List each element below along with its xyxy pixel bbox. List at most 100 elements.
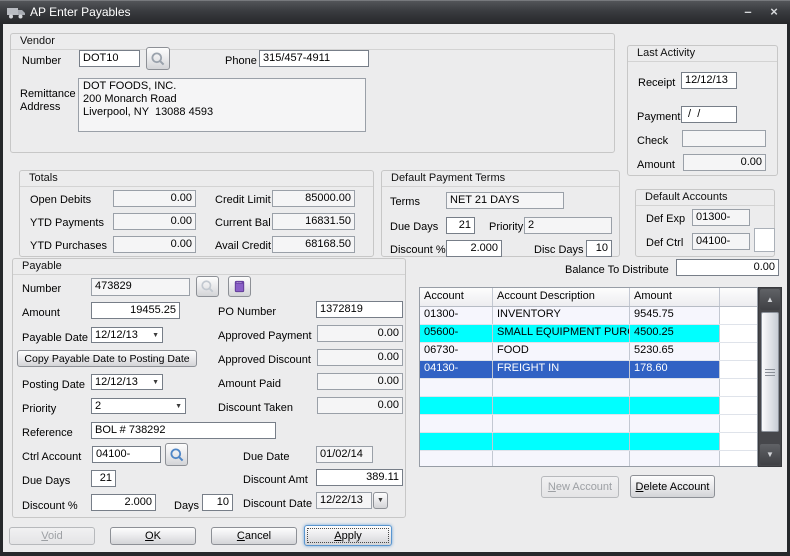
- due-date-label: Due Date: [243, 451, 290, 463]
- posting-date-field[interactable]: 12/12/13 ▼: [91, 374, 163, 390]
- reference-label: Reference: [22, 427, 73, 439]
- terms-priority-label: Priority: [489, 221, 524, 233]
- table-cell-amount: 5230.65: [630, 343, 720, 360]
- payable-date-field[interactable]: 12/12/13 ▼: [91, 327, 163, 343]
- ytd-purchases-field: 0.00: [113, 236, 196, 253]
- current-bal-label: Current Bal: [215, 217, 271, 229]
- amount-paid-label: Amount Paid: [218, 378, 281, 390]
- table-cell-description: [493, 379, 630, 396]
- table-cell-amount: [630, 397, 720, 414]
- table-cell-account: 04130-: [420, 361, 493, 378]
- def-accounts-browse-button[interactable]: [754, 228, 775, 252]
- reference-field[interactable]: BOL # 738292: [91, 422, 276, 439]
- notes-icon: [234, 280, 245, 293]
- table-row[interactable]: 04130- FREIGHT IN 178.60: [420, 361, 757, 379]
- account-table: Account Account Description Amount 01300…: [419, 287, 758, 467]
- terms-discount-field[interactable]: 2.000: [446, 240, 502, 257]
- credit-limit-label: Credit Limit: [215, 194, 271, 206]
- totals-caption: Totals: [20, 171, 373, 187]
- table-row[interactable]: 01300- INVENTORY 9545.75: [420, 307, 757, 325]
- table-cell-description: [493, 397, 630, 414]
- avail-credit-field: 68168.50: [272, 236, 355, 253]
- new-account-button: New Account: [541, 476, 619, 498]
- search-icon: [151, 52, 165, 65]
- column-header-amount: Amount: [630, 288, 720, 306]
- table-cell-amount: [630, 379, 720, 396]
- table-row-filler: [720, 361, 757, 378]
- posting-date-value: 12/12/13: [95, 375, 138, 388]
- scroll-up-button[interactable]: ▲: [760, 289, 780, 310]
- priority-select[interactable]: 2 ▼: [91, 398, 186, 414]
- receipt-date-field: 12/12/13: [681, 72, 737, 89]
- minimize-button[interactable]: –: [737, 2, 759, 21]
- last-activity-caption: Last Activity: [628, 46, 777, 62]
- days-field[interactable]: 10: [202, 494, 233, 511]
- discount-pct-label: Discount %: [22, 500, 78, 512]
- title-bar: AP Enter Payables – ×: [0, 0, 790, 24]
- terms-due-days-label: Due Days: [390, 221, 439, 233]
- phone-field[interactable]: 315/457-4911: [259, 50, 369, 67]
- search-icon: [170, 448, 183, 461]
- dropdown-arrow-icon[interactable]: ▼: [175, 403, 182, 410]
- apply-button[interactable]: Apply: [304, 525, 392, 546]
- check-field: [682, 130, 766, 147]
- table-cell-account: 06730-: [420, 343, 493, 360]
- ctrl-account-lookup-button[interactable]: [165, 443, 188, 466]
- table-cell-amount: 178.60: [630, 361, 720, 378]
- remittance-address-label: Remittance Address: [20, 88, 76, 113]
- scroll-down-button[interactable]: ▼: [760, 444, 780, 465]
- amount-paid-field: 0.00: [317, 373, 403, 390]
- cancel-button[interactable]: Cancel: [211, 527, 297, 545]
- discount-amt-field[interactable]: 389.11: [316, 469, 403, 486]
- copy-payable-date-button[interactable]: Copy Payable Date to Posting Date: [17, 350, 197, 367]
- payable-caption: Payable: [13, 259, 405, 275]
- def-ctrl-label: Def Ctrl: [646, 237, 684, 249]
- terms-discount-label: Discount %: [390, 244, 446, 256]
- table-cell-description: [493, 433, 630, 450]
- ytd-purchases-label: YTD Purchases: [30, 240, 108, 252]
- balance-to-distribute-label: Balance To Distribute: [565, 264, 669, 276]
- ctrl-account-field[interactable]: 04100-: [92, 446, 161, 463]
- table-cell-account: [420, 451, 493, 466]
- payable-number-field[interactable]: 473829: [91, 278, 190, 296]
- table-cell-account: 01300-: [420, 307, 493, 324]
- payable-date-label: Payable Date: [22, 332, 89, 344]
- triangle-down-icon: ▼: [766, 450, 774, 459]
- table-row-filler: [720, 397, 757, 414]
- discount-date-dropdown-button[interactable]: ▼: [373, 492, 388, 509]
- delete-account-button[interactable]: Delete Account: [630, 475, 715, 498]
- notes-button[interactable]: [228, 276, 251, 297]
- po-number-field[interactable]: 1372819: [316, 301, 403, 318]
- close-button[interactable]: ×: [763, 2, 785, 21]
- table-row[interactable]: [420, 397, 757, 415]
- table-row[interactable]: [420, 451, 757, 466]
- table-cell-amount: 4500.25: [630, 325, 720, 342]
- vendor-number-field[interactable]: DOT10: [79, 50, 140, 67]
- payable-amount-field[interactable]: 19455.25: [91, 302, 180, 319]
- grip-icon: [765, 371, 775, 373]
- dropdown-arrow-icon[interactable]: ▼: [152, 332, 159, 339]
- table-row[interactable]: [420, 415, 757, 433]
- table-row[interactable]: 06730- FOOD 5230.65: [420, 343, 757, 361]
- terms-due-days-field[interactable]: 21: [446, 217, 475, 234]
- payment-date-field: / /: [681, 106, 737, 123]
- window: AP Enter Payables – × Vendor Number DOT1…: [0, 0, 790, 556]
- table-row[interactable]: [420, 433, 757, 451]
- due-date-field: 01/02/14: [316, 446, 373, 463]
- def-exp-field: 01300-: [692, 209, 750, 226]
- discount-date-field[interactable]: 12/22/13: [316, 492, 372, 509]
- table-row[interactable]: 05600-SMALL EQUIPMENT PURCHA4500.25: [420, 325, 757, 343]
- balance-to-distribute-field: 0.00: [676, 259, 779, 276]
- table-row[interactable]: [420, 379, 757, 397]
- due-days-field[interactable]: 21: [91, 470, 116, 487]
- discount-taken-label: Discount Taken: [218, 402, 294, 414]
- vendor-lookup-button[interactable]: [146, 47, 170, 70]
- payable-lookup-button[interactable]: [196, 276, 219, 297]
- disc-days-label: Disc Days: [534, 244, 584, 256]
- discount-pct-field[interactable]: 2.000: [91, 494, 156, 511]
- scrollbar[interactable]: ▲ ▼: [758, 287, 782, 467]
- scrollbar-thumb[interactable]: [761, 312, 779, 432]
- ok-button[interactable]: OK: [110, 527, 196, 545]
- disc-days-field[interactable]: 10: [586, 240, 612, 257]
- dropdown-arrow-icon[interactable]: ▼: [152, 379, 159, 386]
